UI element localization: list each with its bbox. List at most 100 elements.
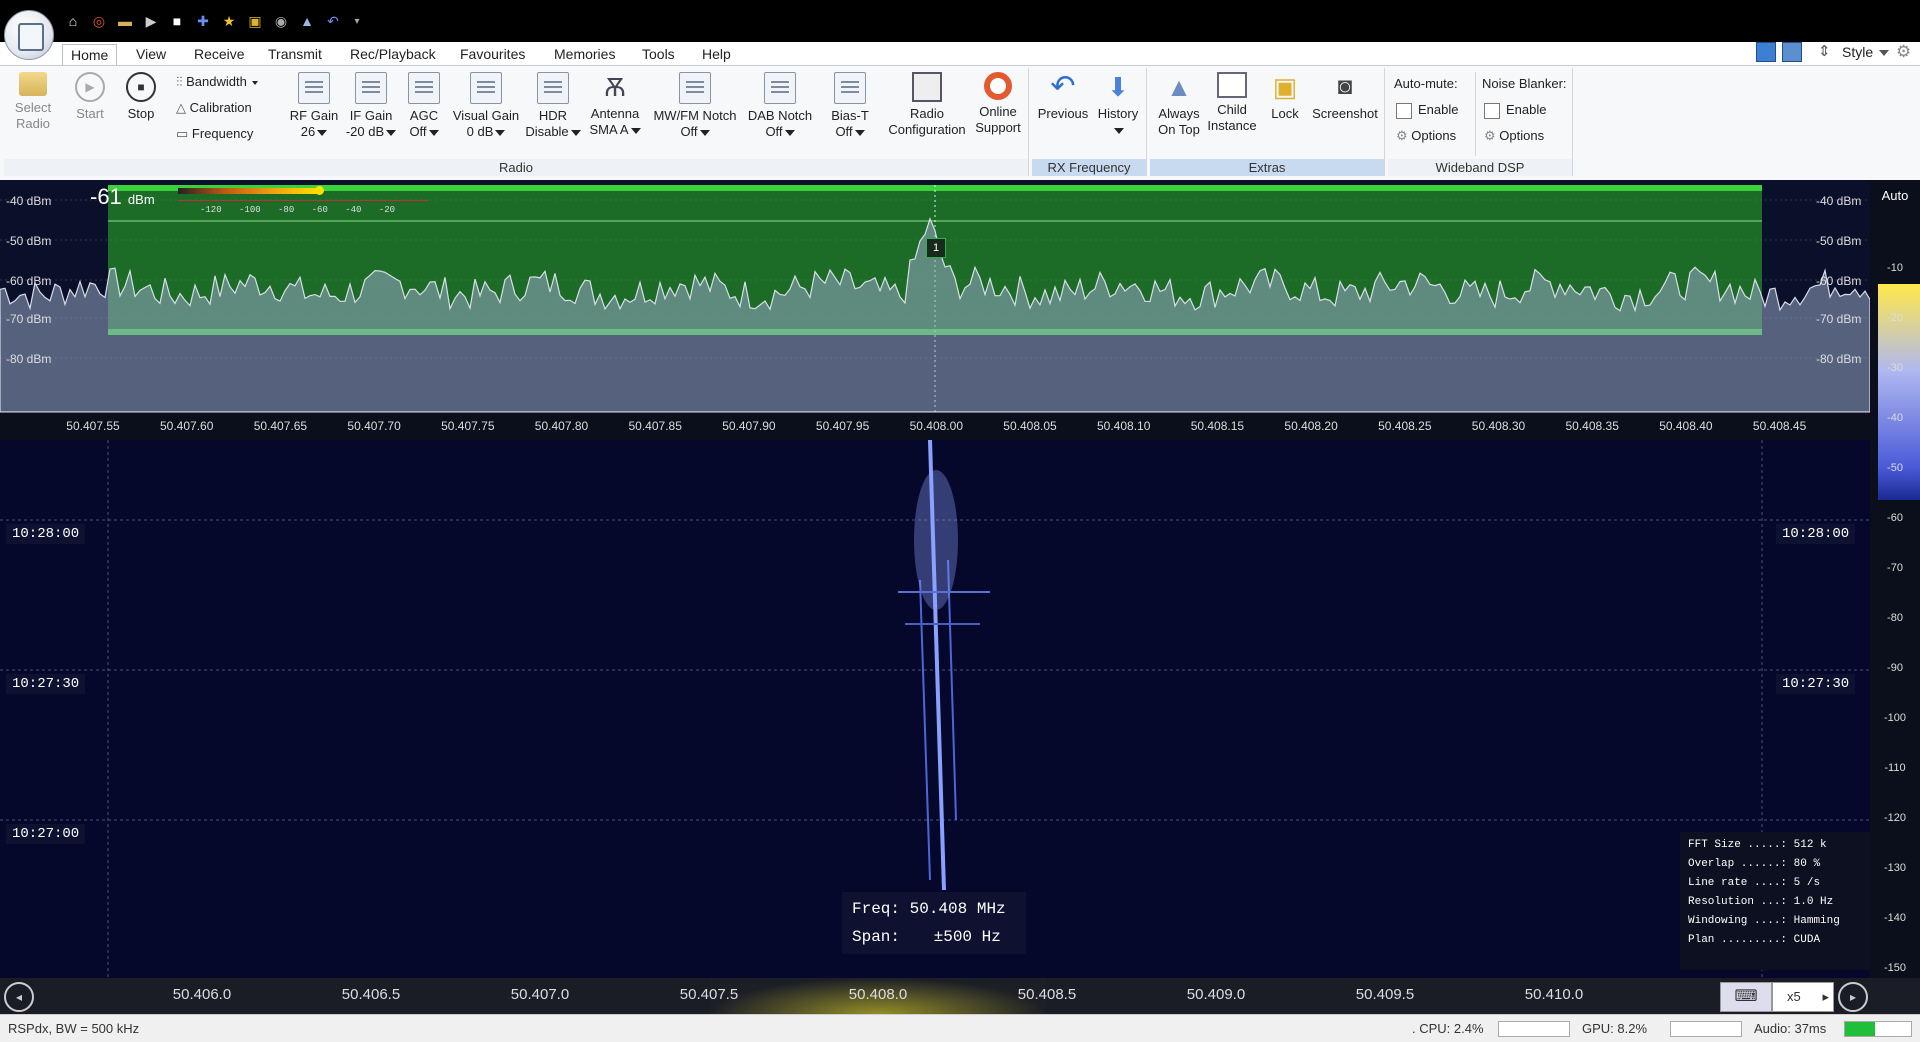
customize-qat-icon[interactable]: ▾ bbox=[348, 12, 366, 30]
previous-button[interactable]: ↶ Previous bbox=[1036, 72, 1090, 122]
frequency-tick-label: 50.408.35 bbox=[1565, 419, 1619, 433]
folder-icon[interactable]: ▬ bbox=[116, 12, 134, 30]
vfo-marker-badge[interactable]: 1 bbox=[926, 238, 946, 258]
scale-tick-label: -100 bbox=[1883, 712, 1907, 724]
tab-receive[interactable]: Receive bbox=[186, 44, 253, 65]
auto-scale-button[interactable]: Auto bbox=[1870, 188, 1920, 203]
meter-tick: -20 bbox=[378, 205, 396, 215]
auto-mute-title: Auto-mute: bbox=[1394, 76, 1458, 91]
screenshot-button[interactable]: ◙ Screenshot bbox=[1308, 72, 1382, 122]
rf-gain-label: RF Gain bbox=[289, 108, 339, 123]
play-icon[interactable]: ▶ bbox=[142, 12, 160, 30]
star-icon[interactable]: ★ bbox=[220, 12, 238, 30]
scale-tick-label: -40 bbox=[1887, 412, 1903, 424]
lock-icon[interactable]: ▣ bbox=[246, 12, 264, 30]
freq-row: Freq: 50.408 MHz bbox=[852, 900, 1006, 918]
layout-icon[interactable] bbox=[1756, 42, 1776, 62]
tab-view[interactable]: View bbox=[128, 44, 174, 65]
tab-tools[interactable]: Tools bbox=[634, 44, 683, 65]
settings-icon[interactable]: ⚙ bbox=[1896, 42, 1911, 62]
add-icon[interactable]: ✚ bbox=[194, 12, 212, 30]
tab-favourites[interactable]: Favourites bbox=[452, 44, 533, 65]
undo-icon[interactable]: ↶ bbox=[324, 12, 342, 30]
if-gain-label: IF Gain bbox=[349, 108, 393, 123]
bias-t-icon bbox=[834, 72, 866, 104]
calibration-button[interactable]: △ Calibration bbox=[176, 98, 252, 118]
tab-transmit[interactable]: Transmit bbox=[260, 44, 330, 65]
hdr-button[interactable]: HDR Disable bbox=[522, 72, 584, 140]
scale-tick-label: -10 bbox=[1887, 262, 1903, 274]
camera-icon[interactable]: ◉ bbox=[272, 12, 290, 30]
checkbox-box bbox=[1484, 102, 1500, 119]
child-window-icon bbox=[1217, 72, 1247, 98]
waterfall-color-scale[interactable]: Auto -10 -20 -30 -40 -50 -60 -70 -80 -90 -100 -110… bbox=[1870, 180, 1920, 978]
visual-gain-button[interactable]: Visual Gain 0 dB bbox=[450, 72, 522, 140]
start-button[interactable]: ▶ Start bbox=[70, 72, 110, 122]
agc-button[interactable]: AGC Off bbox=[404, 72, 444, 140]
online-support-button[interactable]: Online Support bbox=[970, 72, 1026, 136]
bias-t-button[interactable]: Bias-T Off bbox=[826, 72, 874, 140]
fft-info-panel: FFT Size .....: 512 k Overlap ......: 80… bbox=[1680, 832, 1872, 970]
rf-gain-button[interactable]: RF Gain 26 bbox=[286, 72, 342, 140]
auto-mute-enable-checkbox[interactable]: Enable bbox=[1396, 100, 1458, 120]
always-on-top-button[interactable]: ▲ Always On Top bbox=[1152, 72, 1206, 138]
auto-mute-options-button[interactable]: ⚙ Options bbox=[1396, 126, 1456, 146]
bandwidth-button[interactable]: ⫶⫶ Bandwidth bbox=[176, 72, 259, 92]
noise-blanker-options-button[interactable]: ⚙ Options bbox=[1484, 126, 1544, 146]
dab-notch-icon bbox=[764, 72, 796, 104]
style-label: Style bbox=[1842, 44, 1874, 60]
pin-icon[interactable]: ▲ bbox=[298, 12, 316, 30]
noise-blanker-enable-checkbox[interactable]: Enable bbox=[1484, 100, 1546, 120]
history-button[interactable]: ⬇ History bbox=[1090, 72, 1146, 138]
app-menu-button[interactable] bbox=[4, 10, 54, 60]
scroll-right-button[interactable]: ▸ bbox=[1838, 982, 1868, 1012]
antenna-button[interactable]: Ѫ Antenna SMA A bbox=[584, 72, 646, 138]
tab-help[interactable]: Help bbox=[694, 44, 739, 65]
frequency-tick-label: 50.408.15 bbox=[1190, 419, 1245, 433]
cpu-status: . CPU: 2.4% bbox=[1412, 1021, 1484, 1036]
monitor-icon[interactable] bbox=[1782, 42, 1802, 62]
stop-label: Stop bbox=[127, 106, 155, 121]
lifebuoy-icon[interactable]: ◎ bbox=[90, 12, 108, 30]
info-row: FFT Size .....: 512 k bbox=[1688, 836, 1864, 855]
waterfall-time-right: 10:28:00 bbox=[1776, 524, 1856, 544]
stop-button[interactable]: ■ Stop bbox=[121, 72, 161, 122]
stop-icon[interactable]: ■ bbox=[168, 12, 186, 30]
scroll-left-button[interactable]: ◂ bbox=[4, 982, 34, 1012]
dab-notch-button[interactable]: DAB Notch Off bbox=[744, 72, 816, 140]
if-gain-value: -20 dB bbox=[345, 124, 385, 139]
frequency-axis[interactable]: 50.407.55 50.407.60 50.407.65 50.407.70 50.4… bbox=[0, 412, 1870, 441]
chevron-down-icon bbox=[854, 129, 865, 136]
info-key: Line rate ....: bbox=[1688, 877, 1788, 889]
overview-bar[interactable]: ◂ ⌨ x5 ▸ ▸ 50.406.0 50.406.5 50.407.0 50.407… bbox=[0, 978, 1920, 1014]
info-key: Windowing ....: bbox=[1688, 915, 1788, 927]
radio-configuration-button[interactable]: Radio Configuration bbox=[880, 72, 974, 138]
style-dropdown[interactable]: Style bbox=[1842, 44, 1890, 60]
freq-value: 50.408 MHz bbox=[909, 900, 1006, 918]
gear-icon: ⚙ bbox=[1484, 128, 1496, 143]
lock-button[interactable]: ▣ Lock bbox=[1262, 72, 1308, 122]
bias-t-value: Off bbox=[835, 124, 853, 139]
level-meter-indicator bbox=[315, 186, 324, 195]
hdr-label: HDR bbox=[538, 108, 568, 123]
home-icon[interactable]: ⌂ bbox=[64, 12, 82, 30]
tab-memories[interactable]: Memories bbox=[546, 44, 623, 65]
chevron-down-icon bbox=[428, 129, 439, 136]
if-gain-button[interactable]: IF Gain -20 dB bbox=[344, 72, 398, 140]
child-instance-button[interactable]: Child Instance bbox=[1206, 72, 1258, 134]
frequency-tick-label: 50.407.75 bbox=[441, 419, 495, 433]
overview-tick-label: 50.408.5 bbox=[1017, 986, 1077, 1003]
history-label: History bbox=[1097, 106, 1139, 121]
keyboard-icon[interactable]: ⌨ bbox=[1720, 982, 1772, 1012]
frequency-tick-label: 50.408.05 bbox=[1003, 419, 1057, 433]
tab-home[interactable]: Home bbox=[62, 44, 118, 66]
pin-icon: ▲ bbox=[1166, 72, 1192, 102]
mwfm-notch-button[interactable]: MW/FM Notch Off bbox=[648, 72, 742, 140]
frequency-button[interactable]: ▭ Frequency bbox=[176, 124, 253, 144]
previous-label: Previous bbox=[1037, 106, 1089, 121]
zoom-select[interactable]: x5 ▸ bbox=[1772, 982, 1834, 1012]
select-radio-button[interactable]: Select Radio bbox=[8, 72, 58, 132]
tab-rec-playback[interactable]: Rec/Playback bbox=[342, 44, 444, 65]
overview-tick-label: 50.408.0 bbox=[848, 986, 908, 1003]
always-on-top-label-2: On Top bbox=[1158, 122, 1200, 137]
